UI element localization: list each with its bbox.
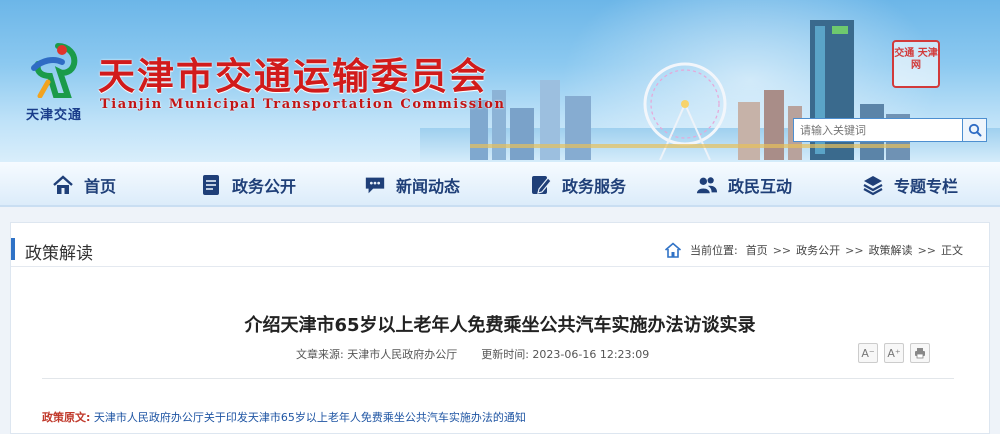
users-icon — [696, 174, 718, 196]
search-box — [793, 118, 987, 142]
nav-item-home[interactable]: 首页 — [52, 162, 116, 207]
nav-item-label: 新闻动态 — [396, 176, 461, 196]
font-increase-button[interactable]: A⁺ — [884, 343, 904, 363]
policy-original: 政策原文: 天津市人民政府办公厅关于印发天津市65岁以上老年人免费乘坐公共汽车实… — [42, 409, 526, 425]
search-button[interactable] — [962, 119, 986, 141]
breadcrumb-current: 正文 — [941, 244, 963, 257]
article-title: 介绍天津市65岁以上老年人免费乘坐公共汽车实施办法访谈实录 — [244, 315, 756, 336]
home-icon — [52, 174, 74, 196]
section-header: 政策解读 当前位置: 首页 >> 政务公开 >> 政策解读 >> 正文 — [11, 231, 989, 267]
nav-item-label: 政务公开 — [232, 176, 297, 196]
site-title[interactable]: 天津市交通运输委员会 — [98, 46, 488, 100]
article-divider — [42, 378, 954, 379]
breadcrumb: 当前位置: 首页 >> 政务公开 >> 政策解读 >> 正文 — [664, 242, 963, 258]
main-nav: 首页 政务公开 新闻动态 政务服务 政民互动 专题专栏 — [0, 162, 1000, 207]
article-source: 文章来源: 天津市人民政府办公厅 — [296, 348, 458, 361]
article-meta: 文章来源: 天津市人民政府办公厅 更新时间: 2023-06-16 12:23:… — [296, 346, 649, 362]
section-title: 政策解读 — [25, 244, 93, 264]
breadcrumb-separator: >> — [845, 243, 864, 257]
breadcrumb-separator: >> — [772, 243, 792, 257]
home-icon — [664, 242, 682, 258]
logo-caption: 天津交通 — [26, 108, 83, 123]
edit-icon — [530, 174, 552, 196]
nav-item-services[interactable]: 政务服务 — [530, 162, 626, 207]
nav-item-label: 首页 — [84, 176, 117, 196]
breadcrumb-separator: >> — [917, 243, 936, 257]
layers-icon — [862, 174, 884, 196]
breadcrumb-label: 当前位置: — [689, 244, 738, 257]
policy-original-link[interactable]: 天津市人民政府办公厅关于印发天津市65岁以上老年人免费乘坐公共汽车实施办法的通知 — [94, 411, 526, 424]
nav-item-label: 政务服务 — [562, 176, 627, 196]
nav-item-label: 政民互动 — [728, 176, 793, 196]
breadcrumb-home[interactable]: 首页 — [746, 242, 768, 258]
search-icon — [968, 123, 981, 137]
document-icon — [200, 174, 222, 196]
print-button[interactable] — [910, 343, 930, 363]
font-decrease-button[interactable]: A⁻ — [858, 343, 878, 363]
page: 天津交通 天津市交通运输委员会 Tianjin Municipal Transp… — [0, 0, 1000, 434]
section-divider — [11, 266, 989, 267]
nav-item-label: 专题专栏 — [894, 176, 959, 196]
breadcrumb-gov-affairs[interactable]: 政务公开 — [796, 242, 840, 258]
breadcrumb-policy-interpretation[interactable]: 政策解读 — [869, 242, 913, 258]
nav-item-topics[interactable]: 专题专栏 — [862, 162, 958, 207]
article-tools: A⁻ A⁺ — [852, 343, 930, 363]
article-updated-time: 更新时间: 2023-06-16 12:23:09 — [481, 348, 650, 361]
nav-item-news[interactable]: 新闻动态 — [364, 162, 460, 207]
section-accent-bar — [11, 238, 15, 260]
header-banner: 天津交通 天津市交通运输委员会 Tianjin Municipal Transp… — [0, 0, 1000, 162]
policy-original-label: 政策原文: — [42, 411, 91, 424]
search-input[interactable] — [794, 119, 962, 141]
font-decrease-label: A⁻ — [861, 346, 875, 360]
print-icon — [915, 348, 925, 359]
nav-item-interaction[interactable]: 政民互动 — [696, 162, 792, 207]
tianjin-transport-logo — [31, 43, 78, 98]
nav-item-gov-affairs[interactable]: 政务公开 — [200, 162, 296, 207]
font-increase-label: A⁺ — [887, 346, 901, 360]
site-subtitle: Tianjin Municipal Transportation Commiss… — [100, 97, 506, 112]
chat-icon — [364, 174, 386, 196]
tianjin-web-seal[interactable]: 交通 天津 网 — [892, 40, 940, 88]
